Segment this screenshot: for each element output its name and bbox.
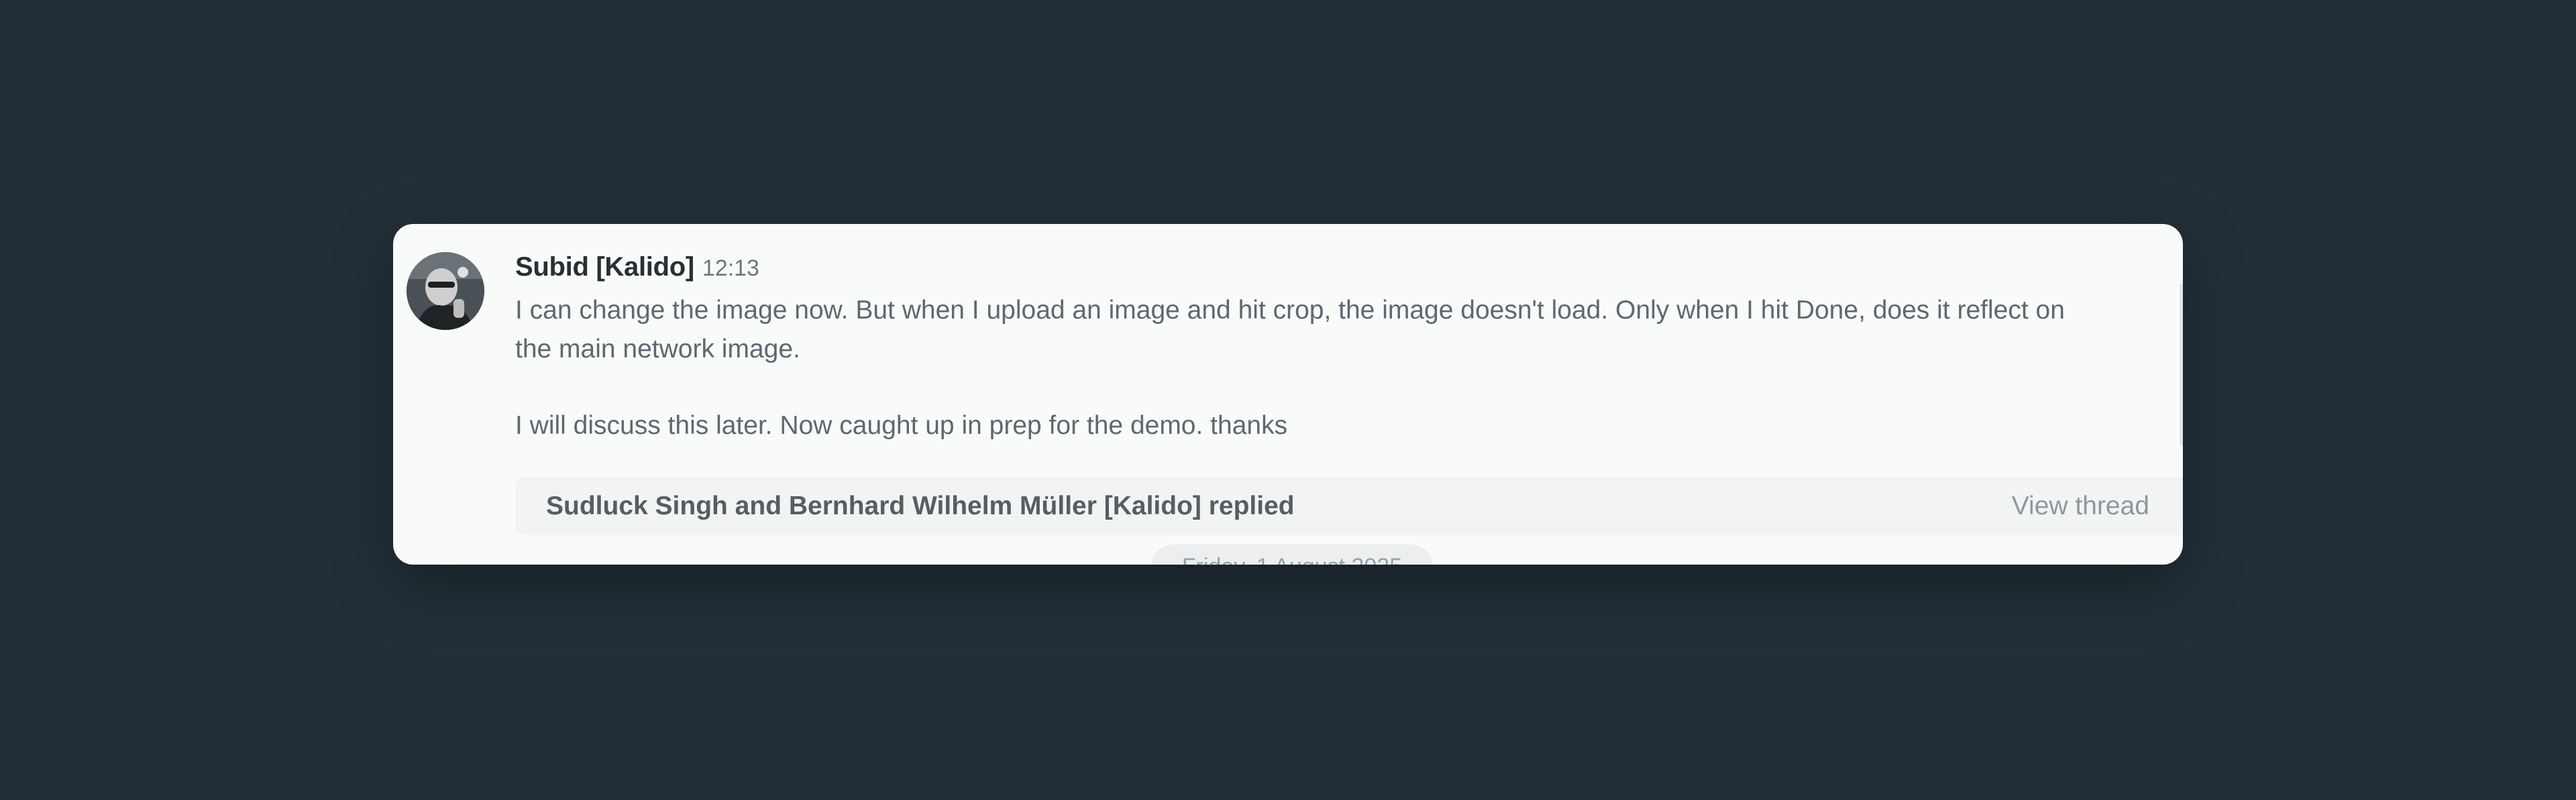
message-body: I can change the image now. But when I u…: [515, 291, 2163, 445]
thread-replied-text: Sudluck Singh and Bernhard Wilhelm Mülle…: [546, 492, 1295, 520]
message-paragraph: I will discuss this later. Now caught up…: [515, 411, 1288, 440]
message-content: Subid [Kalido] 12:13 I can change the im…: [515, 252, 2163, 445]
message-paragraph: I can change the image now. But when I u…: [515, 296, 2065, 363]
message-card: Subid [Kalido] 12:13 I can change the im…: [393, 224, 2183, 565]
avatar-photo-icon: [407, 252, 484, 330]
message-meta: Subid [Kalido] 12:13: [515, 252, 2163, 291]
message-timestamp: 12:13: [702, 255, 759, 281]
scrollbar[interactable]: [2180, 284, 2183, 445]
view-thread-link[interactable]: View thread: [2012, 492, 2149, 521]
thread-summary[interactable]: Sudluck Singh and Bernhard Wilhelm Mülle…: [515, 477, 2183, 535]
author-name[interactable]: Subid [Kalido]: [515, 252, 694, 282]
avatar[interactable]: [407, 252, 484, 330]
date-divider: Friday, 1 August 2025: [1151, 545, 1433, 565]
